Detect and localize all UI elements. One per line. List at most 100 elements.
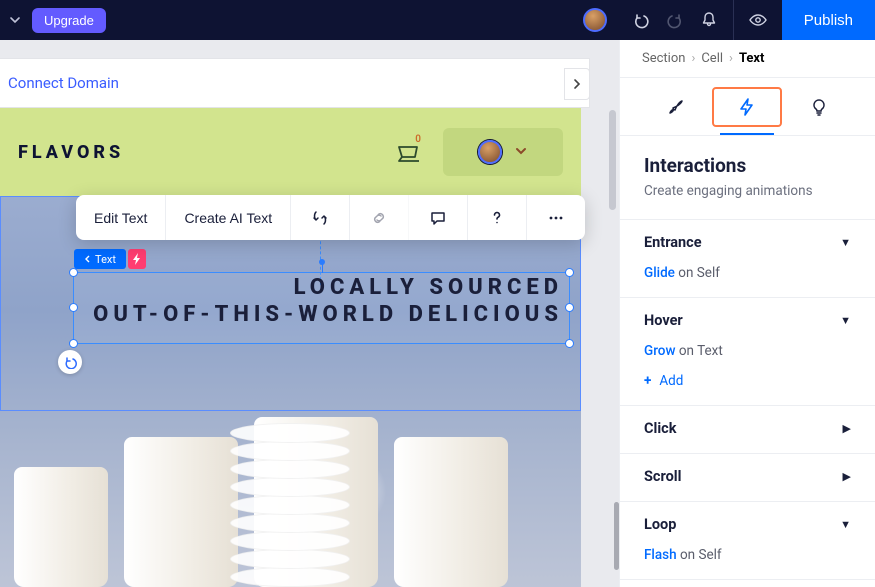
cart-count: 0 [415, 134, 421, 145]
text-content-line1: LOCALLY SOURCED [74, 273, 569, 300]
breadcrumb-current: Text [739, 51, 765, 66]
panel-scrollbar[interactable] [614, 502, 619, 570]
chevron-left-icon [84, 255, 92, 263]
selection-tag-label: Text [95, 253, 116, 266]
edit-text-button[interactable]: Edit Text [76, 195, 166, 240]
chevron-right-icon: › [729, 51, 733, 66]
redo-button[interactable] [665, 10, 685, 30]
breadcrumb-section[interactable]: Section [642, 51, 685, 66]
swap-icon [309, 207, 331, 229]
tab-tips[interactable] [784, 87, 854, 127]
group-entrance-toggle[interactable]: Entrance ▼ [644, 234, 851, 251]
context-toolbar: Edit Text Create AI Text [76, 195, 585, 240]
create-ai-text-button[interactable]: Create AI Text [166, 195, 291, 240]
panel-subtitle: Create engaging animations [644, 183, 851, 199]
group-loop-toggle[interactable]: Loop ▼ [644, 516, 851, 533]
selection-tag[interactable]: Text [74, 249, 126, 269]
tab-design[interactable] [641, 87, 711, 127]
preview-button[interactable] [748, 10, 768, 30]
caret-right-icon: ▶ [843, 470, 851, 483]
group-label: Scroll [644, 468, 681, 485]
connect-domain-link[interactable]: Connect Domain [8, 74, 119, 92]
text-element-selection[interactable]: Text LOCALLY SOURCED OUT-OF-THIS-WORLD D… [73, 272, 570, 344]
help-button[interactable] [468, 195, 527, 240]
user-menu[interactable] [443, 128, 563, 176]
add-interaction-button[interactable]: + Add [644, 373, 851, 389]
caret-right-icon: ▶ [843, 422, 851, 435]
resize-handle-nw[interactable] [69, 268, 78, 277]
bolt-icon [737, 97, 757, 117]
interaction-name: Grow [644, 343, 675, 359]
interaction-item-grow[interactable]: Grow on Text [644, 343, 851, 359]
undo-icon [63, 355, 77, 369]
chevron-right-icon: › [691, 51, 695, 66]
chevron-down-icon [9, 14, 21, 26]
undo-button[interactable] [631, 10, 651, 30]
cart-button[interactable]: 0 [395, 140, 423, 164]
group-scroll: Scroll ▶ [620, 454, 875, 502]
right-panel: Section › Cell › Text Interactions Creat… [619, 40, 875, 587]
redo-icon [666, 11, 684, 29]
rotate-handle[interactable] [319, 259, 325, 265]
resize-handle-sw[interactable] [69, 339, 78, 348]
group-label: Click [644, 420, 676, 437]
avatar [478, 140, 502, 164]
publish-button[interactable]: Publish [782, 0, 875, 40]
panel-header: Interactions Create engaging animations [620, 136, 875, 220]
tab-interactions[interactable] [712, 87, 782, 127]
site-header: FLAVORS 0 [0, 108, 581, 196]
interactions-indicator[interactable] [128, 249, 146, 269]
resize-handle-se[interactable] [565, 339, 574, 348]
comment-icon [427, 207, 449, 229]
top-bar: Upgrade Publish [0, 0, 875, 40]
group-click-toggle[interactable]: Click ▶ [644, 420, 851, 437]
bell-icon [700, 11, 718, 29]
caret-down-icon: ▼ [840, 236, 851, 249]
group-label: Loop [644, 516, 676, 533]
interaction-target: on Self [678, 265, 720, 281]
add-label: Add [659, 373, 683, 389]
domain-bar: Connect Domain [0, 58, 590, 108]
group-hover-toggle[interactable]: Hover ▼ [644, 312, 851, 329]
canvas-scrollbar[interactable] [609, 110, 616, 210]
swap-button[interactable] [291, 195, 350, 240]
undo-floating-button[interactable] [58, 350, 82, 374]
group-label: Entrance [644, 234, 702, 251]
more-icon [545, 207, 567, 229]
interaction-name: Flash [644, 547, 677, 563]
group-hover: Hover ▼ Grow on Text + Add [620, 298, 875, 406]
group-label: Hover [644, 312, 683, 329]
comment-button[interactable] [409, 195, 468, 240]
resize-handle-w[interactable] [69, 303, 78, 312]
interaction-item-glide[interactable]: Glide on Self [644, 265, 851, 281]
resize-handle-ne[interactable] [565, 268, 574, 277]
interaction-target: on Text [679, 343, 723, 359]
group-click: Click ▶ [620, 406, 875, 454]
link-button[interactable] [350, 195, 409, 240]
interaction-name: Glide [644, 265, 675, 281]
help-icon [486, 207, 508, 229]
plus-icon: + [644, 373, 651, 389]
more-button[interactable] [527, 195, 585, 240]
next-page-button[interactable] [564, 68, 590, 100]
upgrade-button[interactable]: Upgrade [32, 8, 106, 33]
avatar[interactable] [583, 8, 607, 32]
notifications-button[interactable] [699, 10, 719, 30]
group-scroll-toggle[interactable]: Scroll ▶ [644, 468, 851, 485]
hero-image-decor-stack [230, 387, 350, 587]
caret-down-icon: ▼ [840, 518, 851, 531]
breadcrumb: Section › Cell › Text [620, 40, 875, 78]
chevron-down-icon [514, 143, 528, 162]
interaction-item-flash[interactable]: Flash on Self [644, 547, 851, 563]
interaction-target: on Self [680, 547, 722, 563]
caret-down-icon: ▼ [840, 314, 851, 327]
breadcrumb-cell[interactable]: Cell [701, 51, 723, 66]
group-entrance: Entrance ▼ Glide on Self [620, 220, 875, 298]
brand-logo[interactable]: FLAVORS [18, 142, 395, 163]
canvas: Connect Domain FLAVORS 0 [0, 40, 619, 587]
panel-title: Interactions [644, 154, 851, 177]
menu-dropdown[interactable] [6, 11, 24, 29]
eye-icon [748, 10, 768, 30]
resize-handle-e[interactable] [565, 303, 574, 312]
link-icon [368, 207, 390, 229]
